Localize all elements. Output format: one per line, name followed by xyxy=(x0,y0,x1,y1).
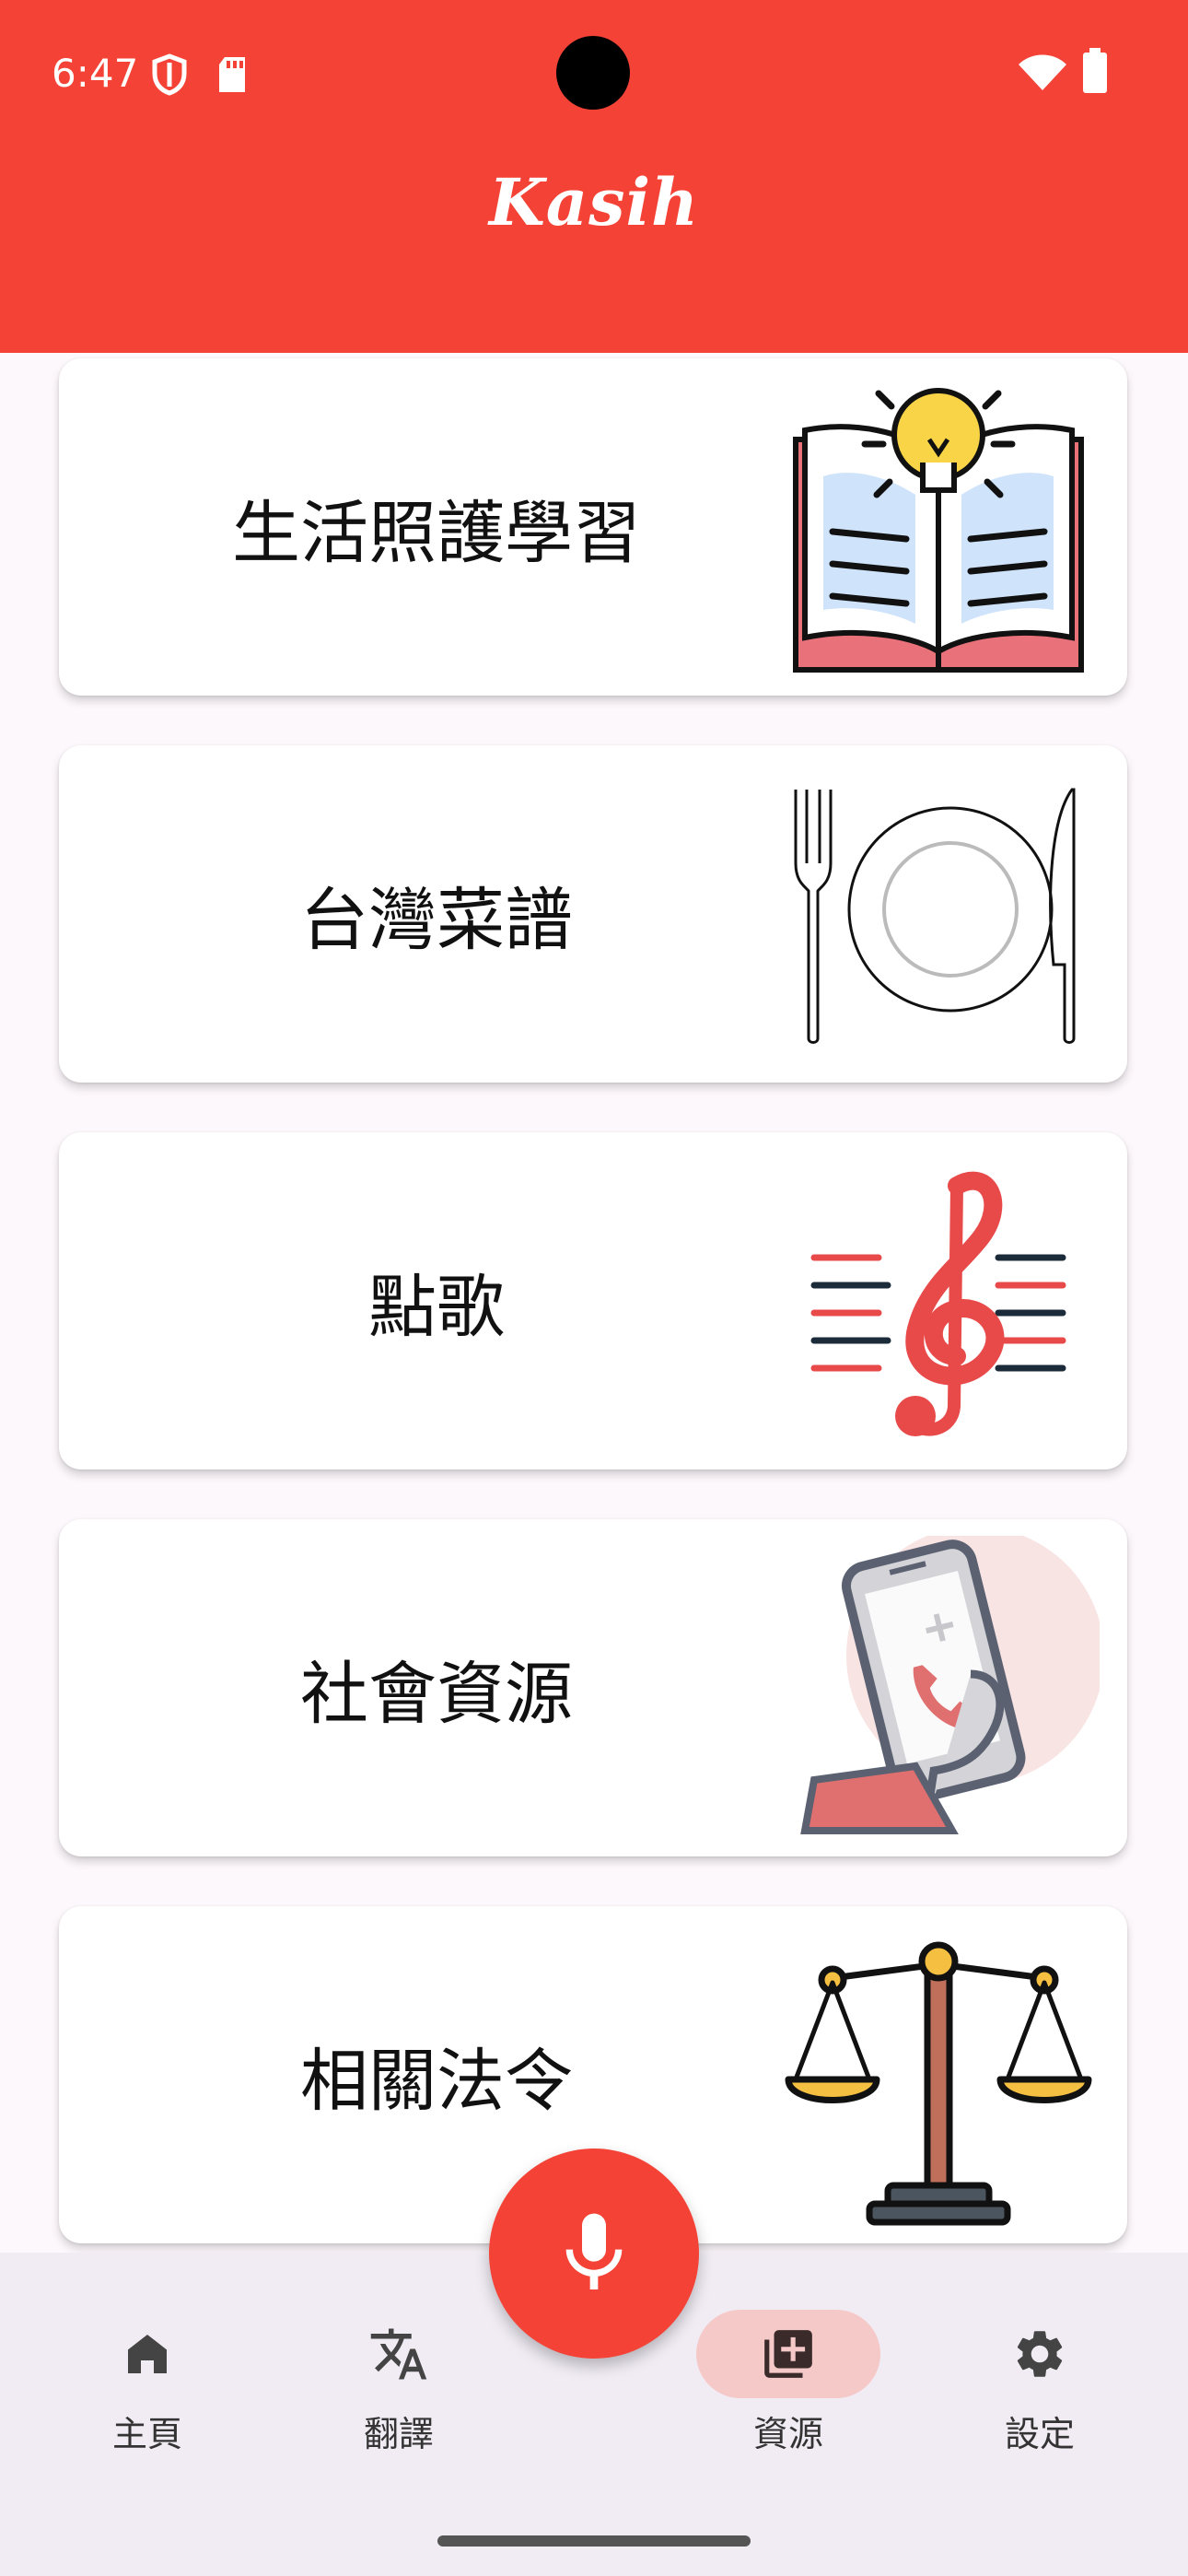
card-taiwan-recipes[interactable]: 台灣菜譜 xyxy=(59,745,1127,1083)
battery-icon xyxy=(1083,48,1107,93)
nav-label-home: 主頁 xyxy=(111,2414,182,2454)
library-add-icon xyxy=(764,2330,812,2378)
phone-call-icon xyxy=(800,1536,1100,1834)
front-camera xyxy=(556,36,630,110)
home-indicator[interactable] xyxy=(437,2535,751,2547)
sd-card-icon xyxy=(219,57,245,92)
card-care-learning[interactable]: 生活照護學習 xyxy=(59,358,1127,696)
translate-icon xyxy=(370,2328,427,2380)
nav-settings[interactable]: 設定 xyxy=(938,2310,1141,2466)
card-label: 社會資源 xyxy=(300,1654,573,1734)
resource-card-list: 生活照護學習 台灣菜譜 點歌 社會資源 相關法令 xyxy=(0,353,1188,2253)
gear-icon xyxy=(1017,2331,1063,2377)
nav-label-resources: 資源 xyxy=(752,2414,823,2454)
app-header: 6:47 Kasih xyxy=(0,0,1188,353)
card-label: 生活照護學習 xyxy=(232,493,641,573)
shield-icon xyxy=(152,53,187,96)
card-label: 點歌 xyxy=(368,1267,505,1347)
plate-cutlery-icon xyxy=(794,788,1076,1044)
home-icon xyxy=(128,2335,167,2373)
book-lightbulb-icon xyxy=(793,388,1084,673)
nav-resources[interactable]: 資源 xyxy=(687,2310,890,2466)
microphone-button[interactable] xyxy=(489,2149,699,2359)
nav-pill-active xyxy=(696,2310,880,2398)
status-time: 6:47 xyxy=(52,51,139,96)
card-label: 台灣菜譜 xyxy=(300,880,573,960)
wifi-icon xyxy=(1019,54,1066,90)
nav-pill xyxy=(948,2310,1132,2398)
app-title: Kasih xyxy=(488,164,700,240)
nav-pill xyxy=(55,2310,239,2398)
nav-label-translate: 翻譯 xyxy=(363,2414,434,2454)
nav-pill xyxy=(307,2310,491,2398)
nav-translate[interactable]: 翻譯 xyxy=(297,2310,500,2466)
nav-home[interactable]: 主頁 xyxy=(46,2310,249,2466)
nav-label-settings: 設定 xyxy=(1004,2414,1075,2454)
card-label: 相關法令 xyxy=(300,2041,573,2121)
music-note-icon xyxy=(810,1171,1066,1436)
card-song-request[interactable]: 點歌 xyxy=(59,1132,1127,1469)
card-social-resources[interactable]: 社會資源 xyxy=(59,1519,1127,1856)
scales-icon xyxy=(785,1941,1092,2226)
microphone-icon xyxy=(565,2213,623,2289)
